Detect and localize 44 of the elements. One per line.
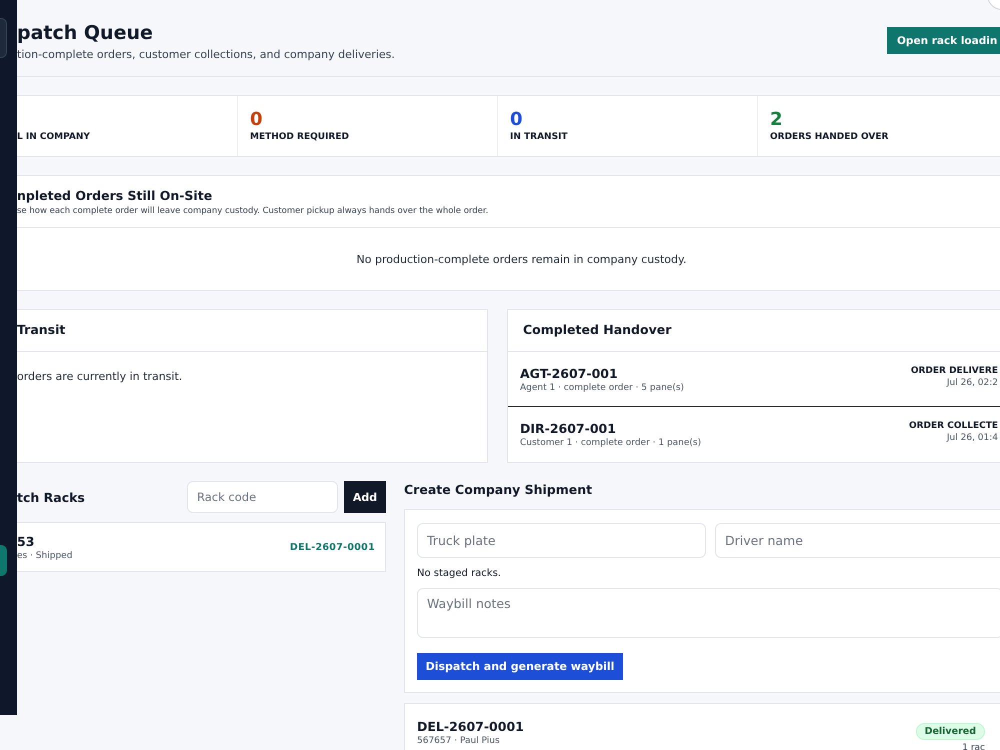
- dispatch-button[interactable]: Dispatch and generate waybill: [417, 653, 623, 680]
- rack-code: 53: [17, 534, 36, 548]
- handover-row[interactable]: AGT-2607-001 Agent 1 · complete order · 5 pane(s) ORDER DELIVERE Jul 26, 02:2: [508, 352, 1000, 407]
- staged-racks-note: No staged racks.: [417, 568, 502, 579]
- waybill-notes-field[interactable]: Waybill notes: [417, 588, 1000, 638]
- add-button[interactable]: Add: [344, 481, 386, 513]
- rack-code-field[interactable]: Rack code: [187, 481, 338, 513]
- delivery-code: DEL-2607-0001: [417, 719, 524, 734]
- open-rack-loading-button[interactable]: Open rack loadin: [887, 27, 1000, 54]
- stat-label: METHOD REQUIRED: [250, 132, 350, 142]
- sidebar-item[interactable]: [0, 545, 7, 576]
- order-status: ORDER COLLECTE: [908, 421, 998, 431]
- order-code: DIR-2607-001: [520, 421, 617, 436]
- section-title: Completed Handover: [523, 322, 672, 337]
- shipment-link[interactable]: DEL-2607-0001: [290, 542, 375, 552]
- driver-name-field[interactable]: Driver name: [715, 523, 1000, 558]
- page-subtitle: tion-complete orders, customer collections, and company deliveries.: [17, 48, 395, 61]
- order-detail: Customer 1 · complete order · 1 pane(s): [520, 438, 702, 448]
- stat-label: ORDERS HANDED OVER: [770, 132, 890, 142]
- sidebar-item[interactable]: [0, 18, 7, 58]
- order-detail: Agent 1 · complete order · 5 pane(s): [520, 383, 684, 393]
- empty-message: No production-complete orders remain in company custody.: [356, 252, 688, 268]
- stat-label: L IN COMPANY: [17, 132, 91, 142]
- order-status: ORDER DELIVERE: [910, 366, 998, 376]
- rack-count: 1 rac: [961, 743, 985, 750]
- section-title: tch Racks: [17, 490, 86, 504]
- stat-value: 2: [770, 110, 784, 130]
- rack-detail: es · Shipped: [17, 550, 72, 560]
- section-title: npleted Orders Still On-Site: [17, 188, 214, 203]
- order-time: Jul 26, 02:2: [945, 378, 998, 388]
- truck-plate-field[interactable]: Truck plate: [417, 523, 706, 558]
- stat-value: 0: [250, 110, 264, 130]
- stat-label: IN TRANSIT: [510, 132, 569, 142]
- handover-row[interactable]: DIR-2607-001 Customer 1 · complete order · 1 pane(s) ORDER COLLECTE Jul 26, 01:4: [508, 407, 1000, 462]
- section-title: Create Company Shipment: [404, 482, 594, 497]
- empty-message: orders are currently in transit.: [17, 369, 184, 385]
- page-title: patch Queue: [17, 21, 154, 45]
- order-code: AGT-2607-001: [520, 366, 619, 381]
- delivery-detail: 567657 · Paul Pius: [417, 736, 501, 746]
- status-badge: Delivered: [916, 723, 985, 740]
- order-time: Jul 26, 01:4: [945, 433, 998, 443]
- section-title: Transit: [17, 322, 66, 337]
- stat-value: 0: [510, 110, 524, 130]
- section-description: se how each complete order will leave company custody. Customer pickup always hands over the whole order.: [17, 206, 490, 216]
